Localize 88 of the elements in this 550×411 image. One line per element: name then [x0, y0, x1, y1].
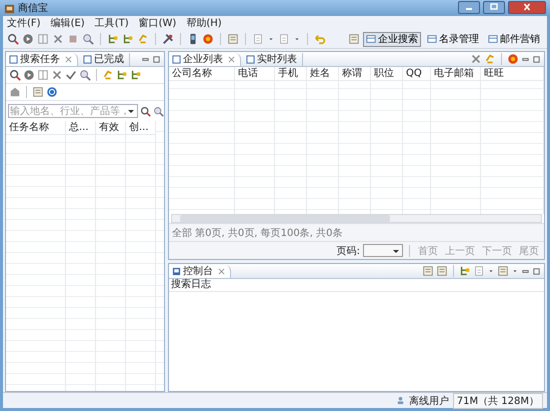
record-icon[interactable] [202, 33, 214, 45]
document-icon[interactable] [278, 33, 290, 45]
tools-icon[interactable] [162, 33, 174, 45]
note-icon[interactable] [32, 86, 44, 98]
perspective-button[interactable]: 邮件营销 [485, 32, 543, 46]
record-icon[interactable] [507, 53, 519, 65]
horizontal-scrollbar[interactable] [171, 214, 542, 223]
column-header[interactable]: 公司名称 [169, 67, 234, 81]
page-label: 页码: [336, 244, 360, 258]
page-dropdown[interactable] [363, 244, 403, 257]
column-header[interactable]: 任务名称 [6, 121, 65, 135]
close-icon[interactable] [65, 56, 72, 62]
column-header[interactable]: 电话 [235, 67, 274, 81]
user-status: 离线用户 [408, 394, 449, 408]
panel-tab[interactable]: 企业列表 [169, 52, 241, 66]
window-icon [9, 54, 18, 64]
column-header[interactable]: 总... [66, 121, 95, 135]
check-icon[interactable] [65, 69, 77, 81]
home-icon[interactable] [9, 86, 21, 98]
column-header[interactable]: 电子邮箱 [431, 67, 480, 81]
panel-tab[interactable]: 控制台 [169, 264, 231, 278]
caret-icon[interactable] [127, 107, 135, 115]
help-icon[interactable] [46, 86, 58, 98]
panel-tab[interactable]: 搜索任务 [6, 52, 78, 66]
close-icon[interactable] [218, 268, 225, 274]
memory-usage: 71M（共 128M） [452, 392, 543, 408]
menu-item[interactable]: 编辑(E) [50, 16, 85, 30]
note-icon[interactable] [436, 265, 448, 277]
document-icon[interactable] [473, 265, 485, 277]
user-icon [396, 396, 405, 405]
column-header[interactable]: 有效 [96, 121, 125, 135]
perspective-button[interactable]: 企业搜索 [363, 32, 421, 46]
tree-icon[interactable] [116, 69, 128, 81]
tree-icon[interactable] [122, 33, 134, 45]
tree-icon[interactable] [130, 69, 142, 81]
maximize-icon[interactable] [532, 266, 541, 276]
zoom-icon[interactable] [153, 106, 164, 116]
search-icon[interactable] [7, 33, 19, 45]
menu-item[interactable]: 帮助(H) [186, 16, 222, 30]
perspective-button[interactable]: 名录管理 [424, 32, 482, 46]
maximize-icon[interactable] [532, 54, 541, 64]
tree-icon[interactable] [107, 33, 119, 45]
panel-tab[interactable]: 已完成 [80, 52, 130, 66]
app-icon [4, 2, 15, 14]
minimize-button[interactable] [458, 0, 480, 14]
column-header[interactable]: 姓名 [307, 67, 338, 81]
document-icon[interactable] [252, 33, 264, 45]
page-summary: 全部 第0页, 共0页, 每页100条, 共0条 [172, 226, 342, 240]
menu-item[interactable]: 窗口(W) [138, 16, 176, 30]
column-header[interactable]: 职位 [371, 67, 402, 81]
delete-icon[interactable] [51, 69, 63, 81]
panel-tab[interactable]: 实时列表 [243, 52, 303, 66]
column-header[interactable]: QQ [403, 67, 430, 81]
zoom-icon[interactable] [79, 69, 91, 81]
console-heading: 搜索日志 [169, 279, 544, 292]
menu-item[interactable]: 工具(T) [94, 16, 129, 30]
note-icon[interactable] [497, 265, 509, 277]
close-button[interactable] [508, 0, 546, 14]
column-header[interactable]: 手机 [275, 67, 306, 81]
delete-icon[interactable] [470, 53, 482, 65]
monitor-icon [172, 266, 181, 276]
close-icon[interactable] [228, 56, 235, 62]
menu-item[interactable]: 文件(F) [7, 16, 41, 30]
zoom-icon[interactable] [82, 33, 94, 45]
window-icon [172, 54, 181, 64]
note-icon[interactable] [227, 33, 239, 45]
window-icon [427, 34, 437, 44]
close-icon [522, 3, 532, 11]
maximize-icon [489, 3, 499, 11]
window-icon [366, 34, 376, 44]
maximize-button[interactable] [483, 0, 505, 14]
search-icon[interactable] [9, 69, 21, 81]
undo-icon[interactable] [314, 33, 326, 45]
search-icon[interactable] [140, 106, 151, 116]
play-icon[interactable] [22, 33, 34, 45]
window-icon [246, 54, 255, 64]
note-icon[interactable] [422, 265, 434, 277]
maximize-icon[interactable] [152, 54, 161, 64]
column-header[interactable]: 旺旺 [481, 67, 543, 81]
window-title: 商信宝 [18, 2, 48, 15]
delete-icon[interactable] [52, 33, 64, 45]
play-icon[interactable] [23, 69, 35, 81]
tree-icon[interactable] [459, 265, 471, 277]
column-header[interactable]: 称谓 [339, 67, 370, 81]
window-icon [83, 54, 92, 64]
window-icon [488, 34, 498, 44]
column-header[interactable]: 创... [126, 121, 155, 135]
stop-icon[interactable] [67, 33, 79, 45]
